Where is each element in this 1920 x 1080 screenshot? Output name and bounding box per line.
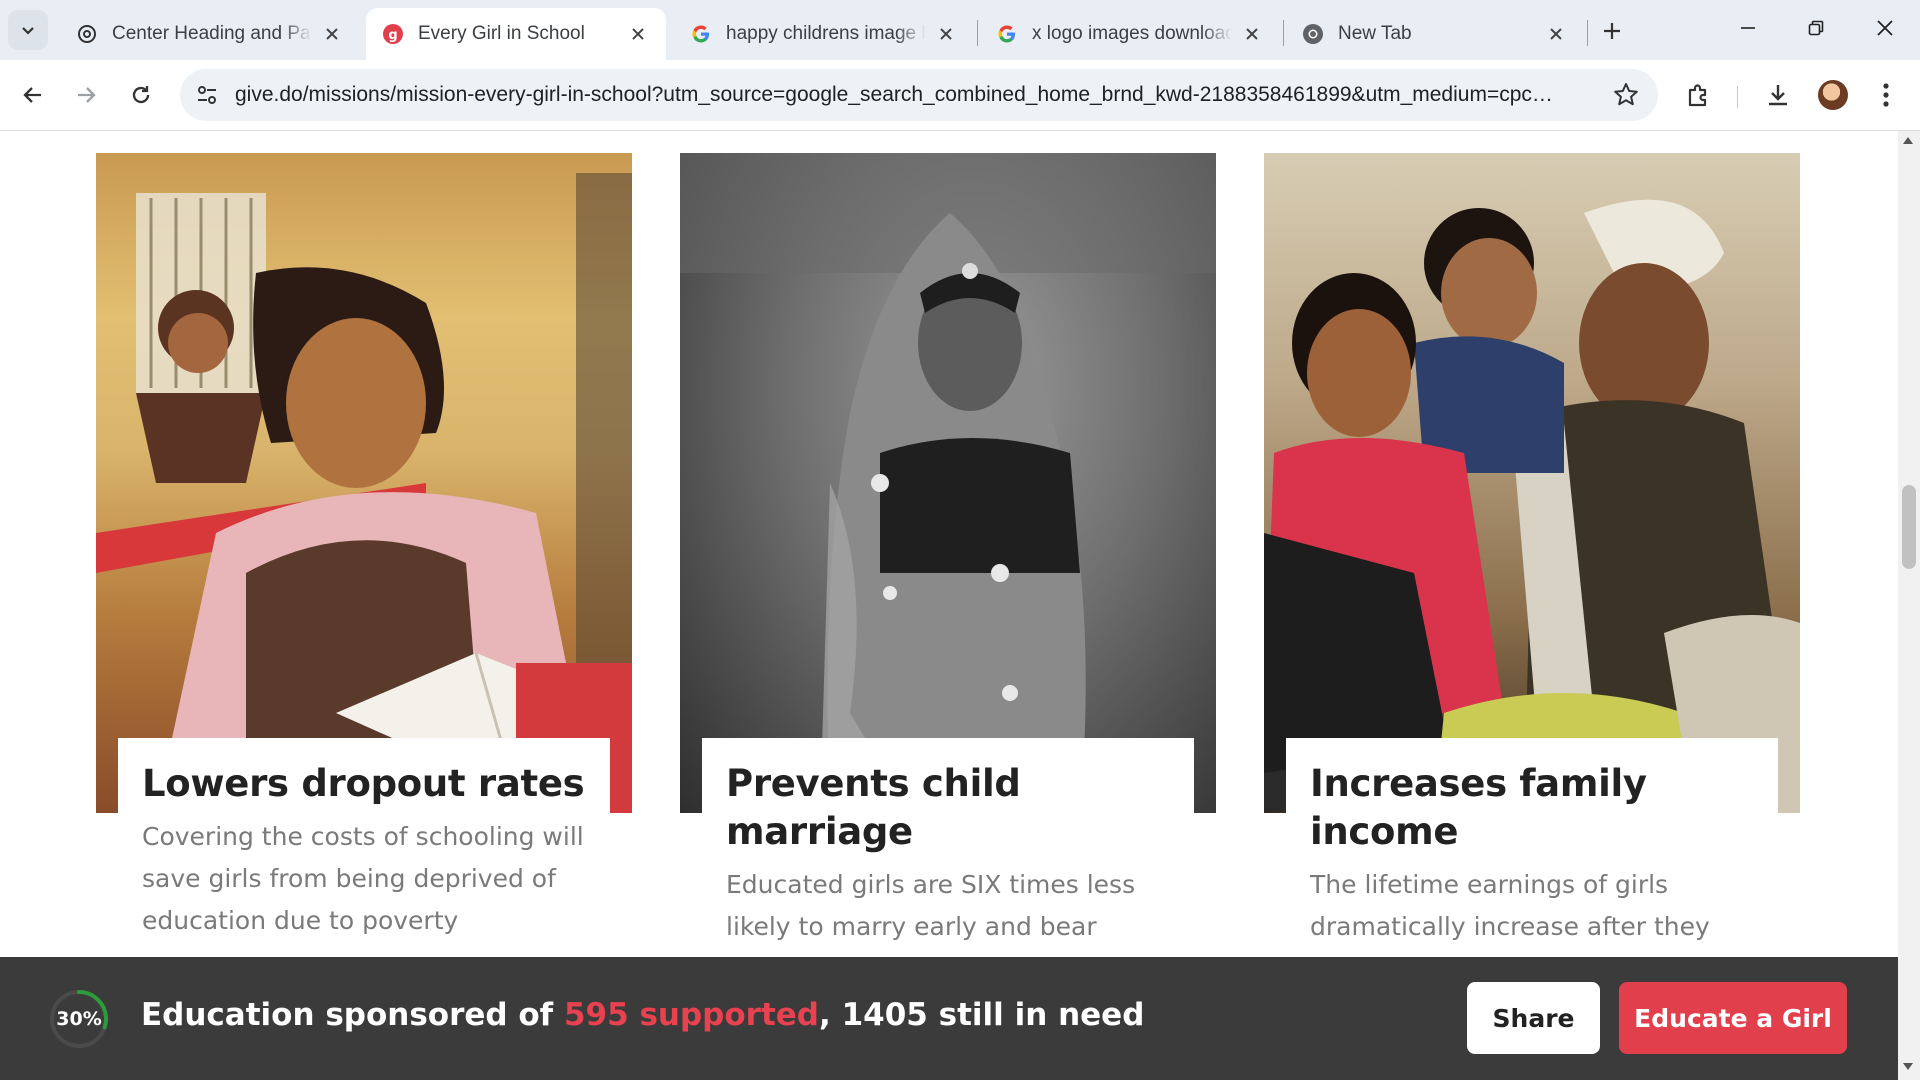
star-icon[interactable]	[1612, 81, 1640, 109]
card-description: The lifetime earnings of girls dramatica…	[1310, 870, 1710, 941]
tab-search-button[interactable]	[8, 10, 48, 50]
openai-icon	[76, 23, 98, 45]
tab-divider	[1283, 20, 1284, 46]
tab-title: Every Girl in School	[418, 23, 585, 44]
tab-title: Center Heading and Para	[112, 23, 312, 44]
tab-2[interactable]: happy childrens image hd	[674, 8, 974, 60]
minimize-button[interactable]	[1723, 8, 1773, 48]
card-title: Prevents child marriage	[726, 762, 1021, 853]
tab-divider	[1587, 20, 1588, 46]
card-text: Lowers dropout rates Covering the costs …	[118, 738, 610, 957]
address-bar[interactable]: give.do/missions/mission-every-girl-in-s…	[180, 69, 1658, 121]
educate-girl-button[interactable]: Educate a Girl	[1619, 982, 1847, 1054]
close-icon[interactable]	[320, 22, 344, 46]
classroom-photo	[96, 153, 632, 813]
downloads-button[interactable]	[1760, 77, 1796, 113]
toolbar-divider	[1737, 86, 1738, 108]
google-icon	[996, 23, 1018, 45]
supported-count: 595 supported	[563, 997, 819, 1033]
more-vert-icon	[1883, 83, 1889, 107]
sponsor-bar: 30% Education sponsored of 595 supported…	[0, 957, 1898, 1080]
sponsorship-status: Education sponsored of 595 supported, 14…	[141, 997, 1144, 1033]
status-prefix: Education sponsored of	[141, 997, 564, 1033]
extensions-button[interactable]	[1681, 77, 1717, 113]
tab-divider	[977, 20, 978, 46]
chrome-icon	[1302, 23, 1324, 45]
close-icon[interactable]	[1240, 22, 1264, 46]
forward-button[interactable]	[66, 75, 106, 115]
page-content: Lowers dropout rates Covering the costs …	[0, 131, 1898, 957]
progress-ring: 30%	[48, 988, 110, 1050]
tab-0[interactable]: Center Heading and Para	[60, 8, 360, 60]
bride-photo	[680, 153, 1216, 813]
page-scrollbar[interactable]	[1898, 131, 1920, 1080]
share-button[interactable]: Share	[1467, 982, 1600, 1054]
status-suffix: , 1405 still in need	[819, 997, 1145, 1033]
tab-title: New Tab	[1338, 23, 1412, 44]
arrow-left-icon	[23, 87, 41, 103]
profile-avatar[interactable]	[1818, 80, 1848, 110]
card-description: Covering the costs of schooling will sav…	[142, 822, 584, 935]
google-icon	[690, 23, 712, 45]
close-icon[interactable]	[626, 22, 650, 46]
menu-button[interactable]	[1868, 77, 1904, 113]
scroll-down-arrow[interactable]	[1903, 1063, 1913, 1070]
download-icon	[1769, 85, 1787, 106]
card-title: Lowers dropout rates	[142, 762, 585, 805]
minimize-icon	[1741, 27, 1755, 29]
card-text: Prevents child marriage Educated girls a…	[702, 738, 1194, 957]
arrow-right-icon	[78, 87, 96, 103]
restore-button[interactable]	[1791, 8, 1841, 48]
tab-title: x logo images download	[1032, 23, 1232, 44]
card-title: Increases family income	[1310, 762, 1647, 853]
card-text: Increases family income The lifetime ear…	[1286, 738, 1778, 957]
new-tab-button[interactable]	[1595, 14, 1629, 48]
url-text[interactable]: give.do/missions/mission-every-girl-in-s…	[235, 83, 1555, 107]
scrollbar-thumb[interactable]	[1902, 485, 1916, 569]
close-icon[interactable]	[1544, 22, 1568, 46]
tab-4[interactable]: New Tab	[1286, 8, 1584, 60]
chevron-down-icon	[22, 27, 34, 35]
tab-strip: Center Heading and Para g Every Girl in …	[0, 0, 1920, 60]
back-button[interactable]	[13, 75, 53, 115]
tab-1[interactable]: g Every Girl in School	[366, 8, 666, 60]
site-settings-icon[interactable]	[194, 82, 220, 108]
reload-button[interactable]	[121, 75, 161, 115]
give-icon: g	[382, 23, 404, 45]
card-description: Educated girls are SIX times less likely…	[726, 870, 1136, 957]
family-laptop-photo	[1264, 153, 1800, 813]
svg-text:g: g	[388, 28, 397, 43]
close-icon	[1877, 20, 1893, 36]
progress-percent: 30%	[56, 1008, 102, 1030]
reload-icon	[132, 86, 150, 104]
scroll-up-arrow[interactable]	[1903, 137, 1913, 144]
plus-icon	[1604, 23, 1620, 39]
puzzle-icon	[1688, 84, 1707, 107]
restore-icon	[1808, 20, 1824, 36]
close-icon[interactable]	[934, 22, 958, 46]
browser-toolbar: give.do/missions/mission-every-girl-in-s…	[0, 60, 1920, 131]
tab-3[interactable]: x logo images download	[980, 8, 1280, 60]
tab-title: happy childrens image hd	[726, 23, 926, 44]
close-window-button[interactable]	[1860, 8, 1910, 48]
